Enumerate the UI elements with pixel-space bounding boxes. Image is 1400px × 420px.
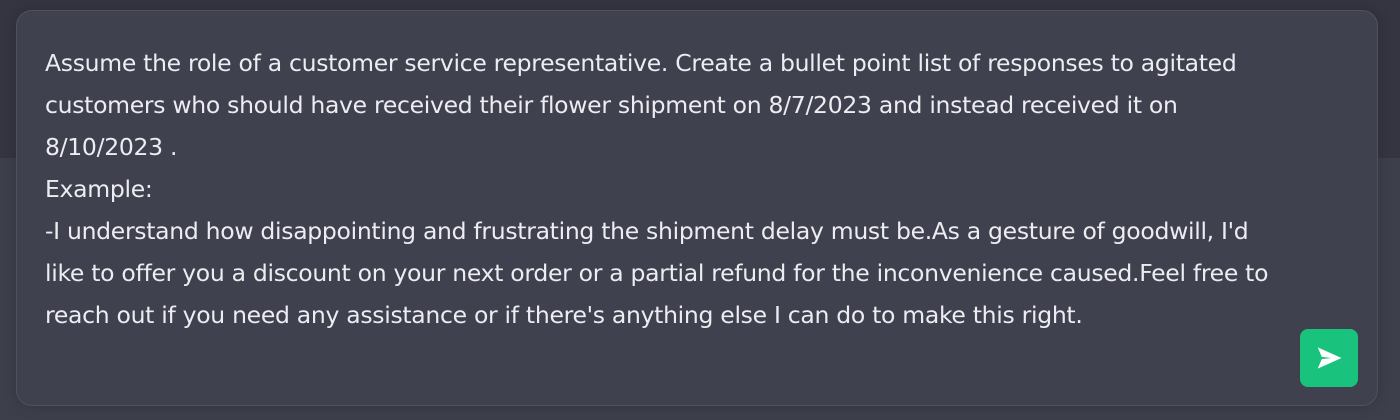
send-button[interactable] [1300, 329, 1358, 387]
send-icon [1317, 347, 1342, 369]
prompt-composer[interactable]: Assume the role of a customer service re… [16, 10, 1378, 406]
prompt-input[interactable]: Assume the role of a customer service re… [45, 42, 1285, 336]
